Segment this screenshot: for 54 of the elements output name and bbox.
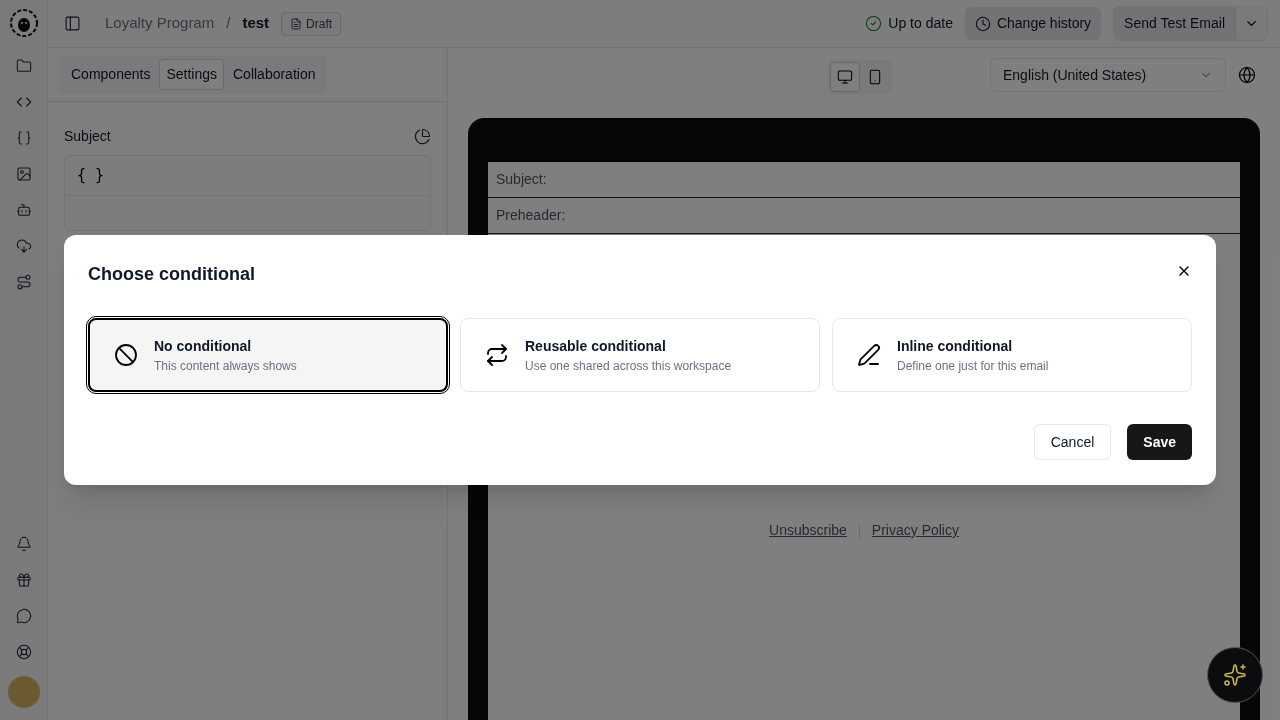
option-description: Use one shared across this workspace [525,357,732,375]
breadcrumb-separator: / [226,13,231,34]
status-badge: Draft [281,11,342,36]
breadcrumb-link[interactable]: Loyalty Program [105,12,215,35]
change-history-button[interactable]: Change history [964,7,1102,40]
folder-icon[interactable] [15,58,32,74]
code-icon[interactable] [15,94,32,110]
option-card[interactable]: Inline conditional Define one just for this email [832,318,1192,392]
option-title: Reusable conditional [525,336,667,356]
monitor-icon [837,69,853,85]
panel-tab[interactable]: Settings [159,59,224,90]
clock-icon [974,15,991,32]
cancel-button[interactable]: Cancel [1033,424,1112,460]
desktop-view-button[interactable] [830,62,860,92]
braces-icon[interactable] [15,130,32,146]
panel-tab[interactable]: Components [64,59,158,90]
prohibited-icon [114,343,138,367]
option-description: This content always shows [154,357,297,375]
sparkles-icon [1223,663,1247,687]
document-icon [290,17,303,30]
repeat-icon [485,343,509,367]
option-description: Define one just for this email [897,357,1049,375]
footer-link[interactable]: Unsubscribe [769,520,847,541]
save-button[interactable]: Save [1127,424,1192,460]
field-label: Subject [64,127,111,146]
sync-status: Up to date [865,13,953,34]
phone-icon [867,69,883,85]
sheep-logo-icon[interactable] [8,8,39,38]
option-card[interactable]: No conditional This content always shows [88,318,448,392]
lifebuoy-icon[interactable] [15,644,32,660]
bell-icon[interactable] [15,536,32,552]
sidebar-toggle-icon[interactable] [64,15,81,32]
subject-line: Subject: [488,162,1240,198]
cloud-download-icon[interactable] [15,238,32,254]
chat-icon[interactable] [15,608,32,624]
send-test-email-button[interactable]: Send Test Email [1114,7,1235,40]
footer-link[interactable]: Privacy Policy [871,520,959,541]
route-icon[interactable] [15,274,32,290]
dialog-title: Choose conditional [88,263,255,286]
preheader-line: Preheader: [488,198,1240,234]
subject-field[interactable]: { } [64,155,431,231]
globe-icon[interactable] [1238,66,1256,84]
option-card[interactable]: Reusable conditional Use one shared across this workspace [460,318,820,392]
breadcrumb-current: test [242,13,270,34]
option-title: No conditional [154,336,253,356]
panel-tab[interactable]: Collaboration [226,59,323,90]
check-circle-icon [865,15,883,32]
language-select[interactable]: English (United States) [990,58,1226,92]
image-icon[interactable] [15,166,32,182]
robot-icon[interactable] [15,202,32,218]
pen-icon [857,343,881,367]
gift-icon[interactable] [15,572,32,588]
pie-chart-icon[interactable] [414,128,431,145]
option-title: Inline conditional [897,336,1014,356]
